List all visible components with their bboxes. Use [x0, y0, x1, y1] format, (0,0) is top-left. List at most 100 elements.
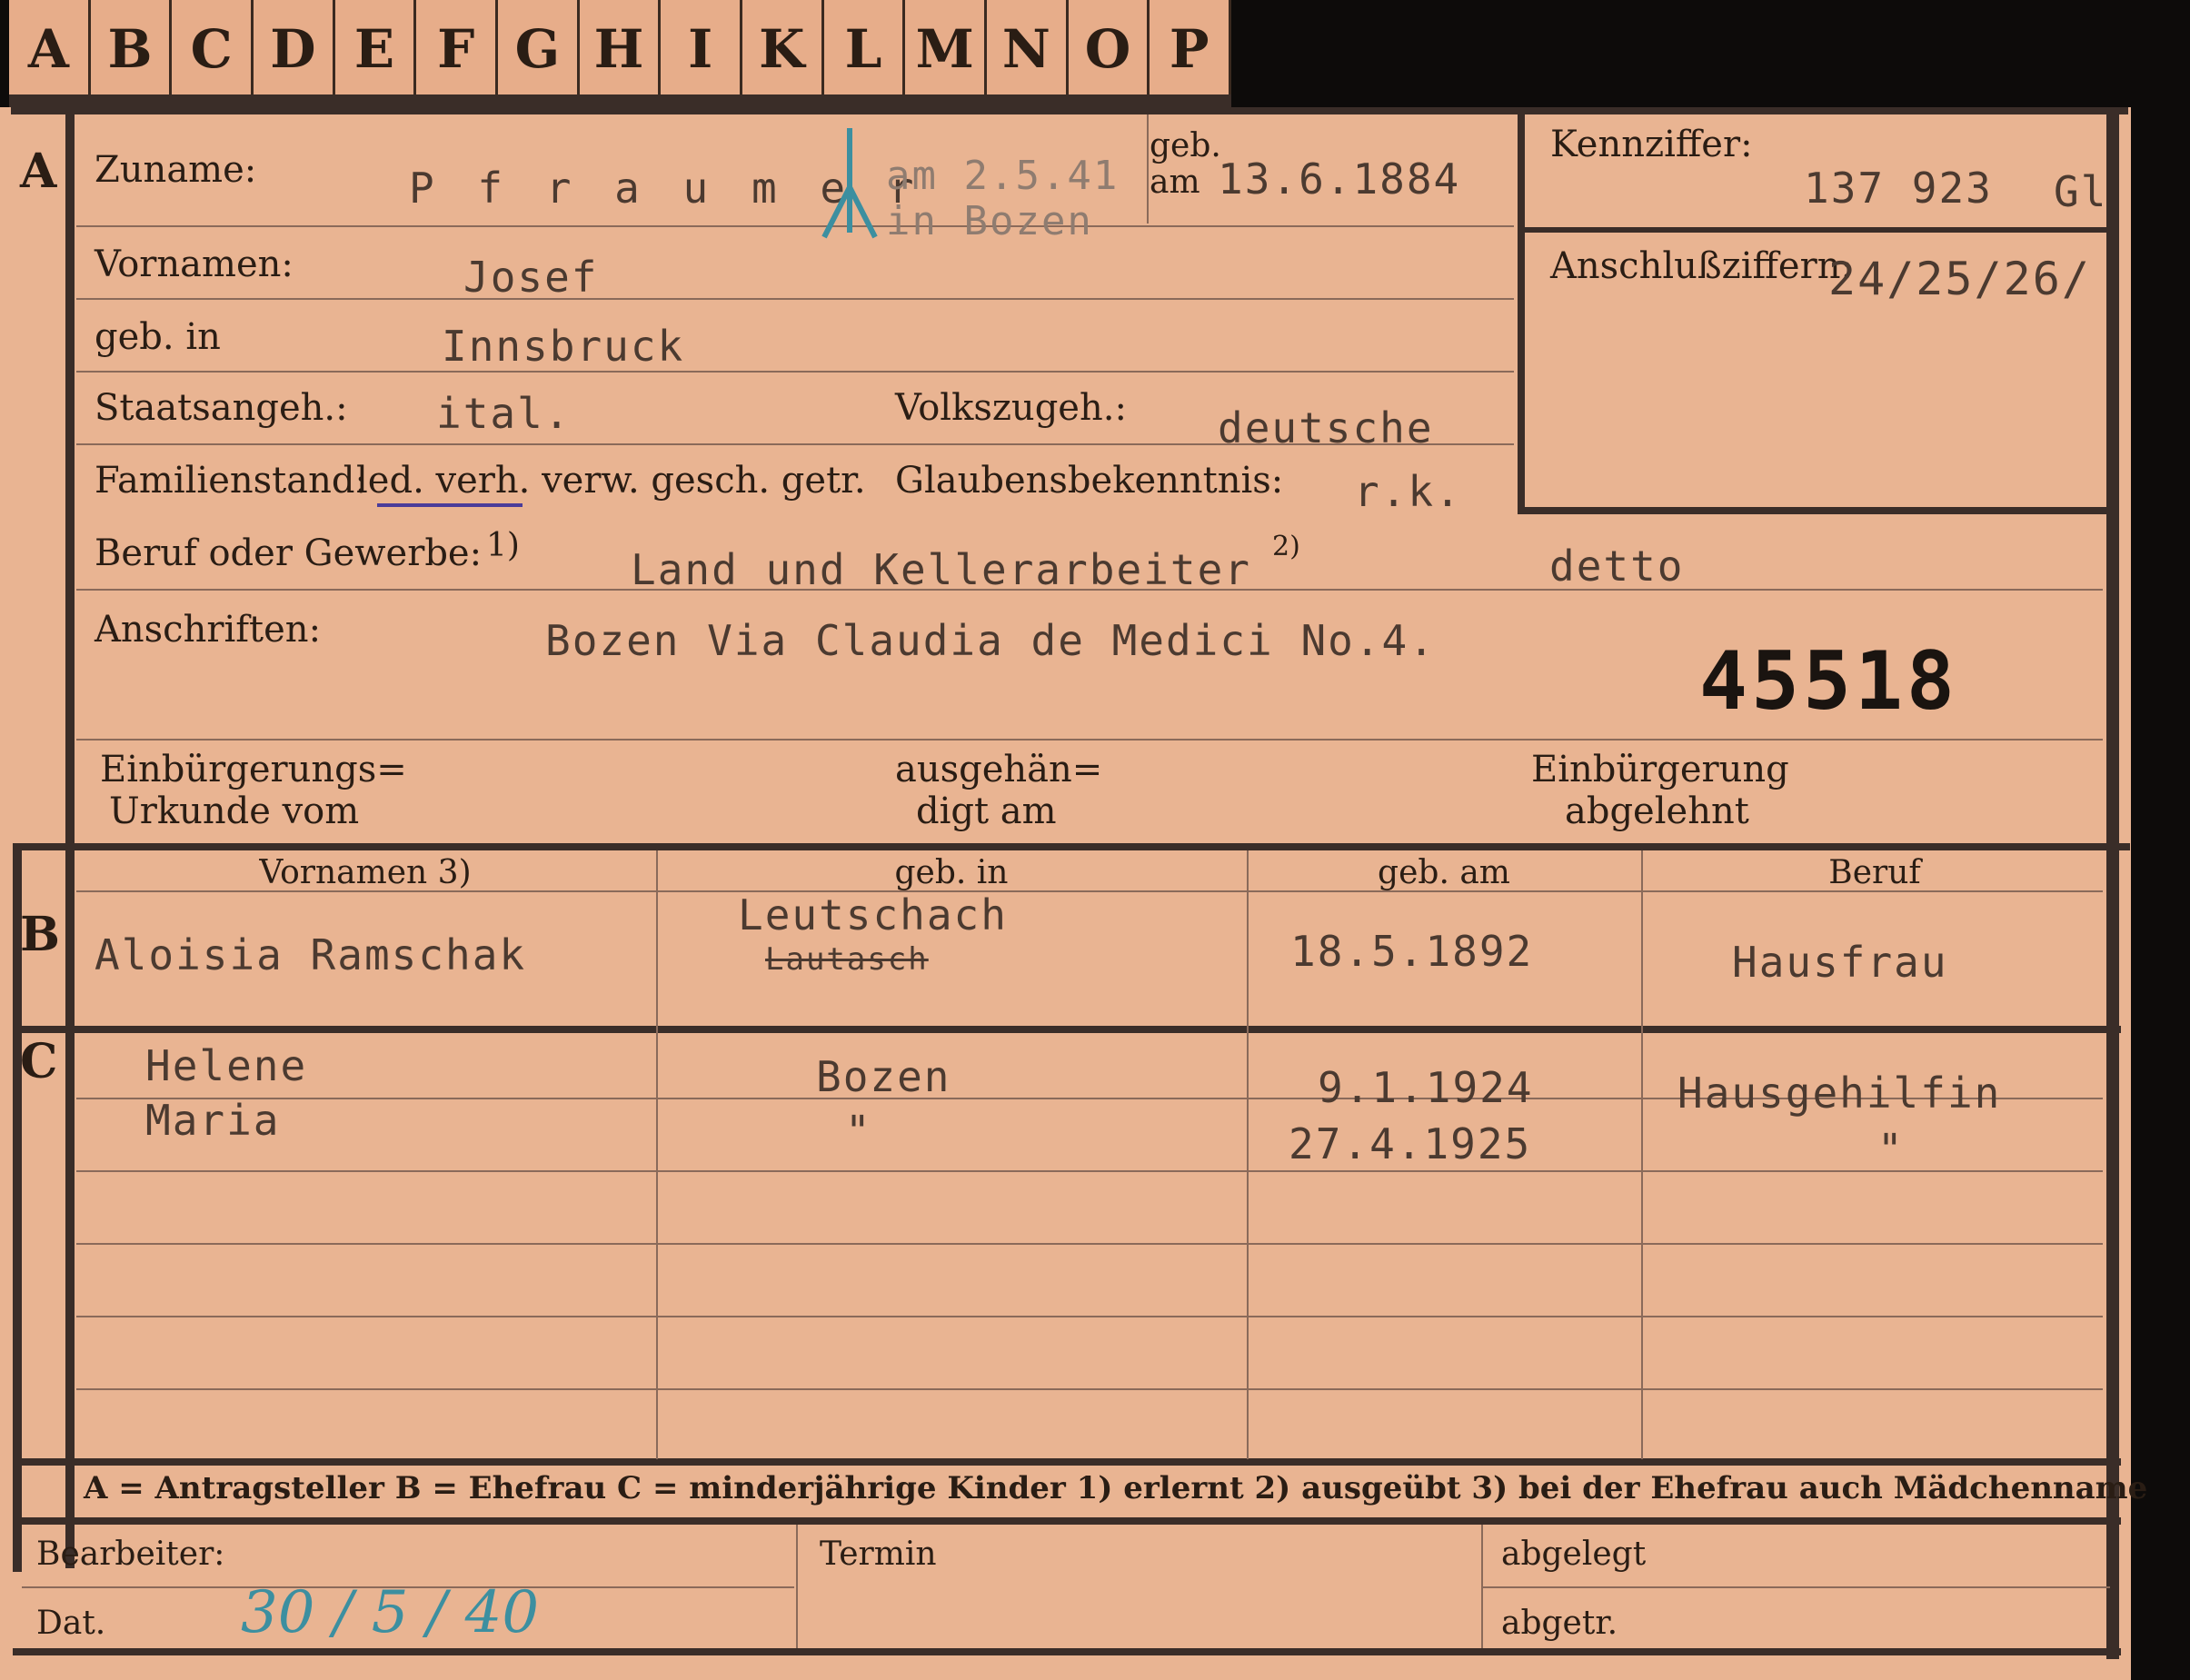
abgetr-label: abgetr.	[1501, 1605, 1618, 1642]
anschrift-value: Bozen Via Claudia de Medici No.4.	[545, 616, 1436, 665]
spouse-geb-in: Leutschach	[738, 890, 1008, 939]
dat-label: Dat.	[36, 1605, 106, 1642]
zuname-label: Zuname:	[95, 149, 257, 191]
ausgeh-label-2: digt am	[916, 790, 1057, 832]
beruf-value-2: detto	[1549, 542, 1685, 591]
spouse-geb-am: 18.5.1892	[1290, 927, 1534, 976]
col-divider	[656, 850, 658, 1459]
geb-am-label-2: am	[1150, 164, 1200, 201]
legend: A = Antragsteller B = Ehefrau C = minder…	[84, 1470, 2148, 1506]
index-tab-m: M	[905, 0, 988, 98]
frame-bottom	[13, 1648, 2121, 1655]
child-2-geb-in: "	[845, 1107, 872, 1156]
kenn-box-left	[1518, 114, 1525, 514]
ausgeh-label-1: ausgehän=	[895, 749, 1103, 790]
familienstand-options: led. verh. verw. gesch. getr.	[356, 460, 866, 502]
frame-top	[11, 107, 2128, 114]
kennziffer-suffix: Gl	[2054, 167, 2108, 216]
rule	[76, 1243, 2103, 1245]
spouse-geb-in-struck: Lautasch	[765, 941, 929, 978]
frame-a-left	[65, 114, 75, 850]
staat-label: Staatsangeh.:	[95, 387, 348, 429]
header-beruf: Beruf	[1828, 854, 1921, 891]
child-2-geb-am: 27.4.1925	[1289, 1119, 1532, 1168]
child-1-geb-am: 9.1.1924	[1318, 1063, 1534, 1112]
index-tab-a: A	[9, 0, 91, 98]
header-geb-am: geb. am	[1378, 854, 1510, 891]
beruf-footnote-2: 2)	[1272, 531, 1300, 562]
child-2-beruf: "	[1877, 1125, 1905, 1174]
index-tab-d: D	[254, 0, 335, 98]
child-1-geb-in: Bozen	[816, 1052, 951, 1101]
frame-bc	[13, 1026, 2121, 1033]
vornamen-label: Vornamen:	[95, 244, 294, 285]
child-1-beruf: Hausgehilfin	[1677, 1069, 2002, 1118]
rule	[76, 1388, 2103, 1390]
index-tab-c: C	[172, 0, 254, 98]
einb-urkunde-label-2: Urkunde vom	[109, 790, 360, 832]
volk-value: deutsche	[1218, 403, 1434, 452]
index-tab-h: H	[580, 0, 662, 98]
einb-abgel-label-2: abgelehnt	[1565, 790, 1749, 832]
stamp-number: 45518	[1699, 634, 1958, 728]
geb-am-label-1: geb.	[1150, 127, 1221, 164]
rule	[76, 225, 1514, 227]
vornamen-value: Josef	[463, 253, 599, 302]
death-note-line1: am 2.5.41	[886, 153, 1120, 199]
familienstand-label: Familienstand:	[95, 460, 367, 502]
dat-value: 30 / 5 / 40	[241, 1579, 540, 1646]
death-note-line2: in Bozen	[886, 198, 1093, 244]
glaube-label: Glaubensbekenntnis:	[895, 460, 1284, 502]
glaube-value: r.k.	[1354, 467, 1462, 516]
rule	[1483, 1586, 2110, 1588]
geb-in-label: geb. in	[95, 316, 221, 358]
beruf-footnote-1: 1)	[486, 527, 520, 564]
col-divider	[1641, 850, 1643, 1459]
anschluss-value: 24/25/26/	[1828, 253, 2091, 305]
col-divider	[1247, 850, 1249, 1459]
index-tab-e: E	[335, 0, 417, 98]
index-tab-g: G	[498, 0, 580, 98]
termin-label: Termin	[820, 1536, 937, 1573]
index-tab-n: N	[987, 0, 1069, 98]
einb-abgel-label-1: Einbürgerung	[1531, 749, 1789, 790]
index-card: A Zuname: P f r a u m e r am 2.5.41 in B…	[0, 107, 2147, 1680]
rule	[76, 371, 1514, 373]
frame-c-legend	[13, 1458, 2121, 1466]
geb-in-value: Innsbruck	[442, 322, 685, 371]
staat-value: ital.	[436, 389, 572, 438]
section-c-marker: C	[20, 1034, 58, 1089]
abgelegt-label: abgelegt	[1501, 1536, 1647, 1573]
spouse-name: Aloisia Ramschak	[95, 930, 527, 979]
anschrift-label: Anschriften:	[95, 609, 322, 651]
index-tab-i: I	[661, 0, 743, 98]
index-tabs: ABCDEFGHIKLMNOP	[9, 0, 1232, 98]
rule	[76, 739, 2103, 741]
index-tab-f: F	[416, 0, 499, 98]
kenn-box-mid	[1525, 227, 2114, 233]
kennziffer-label: Kennziffer:	[1550, 124, 1753, 165]
section-a-marker: A	[20, 144, 57, 199]
index-tab-p: P	[1150, 0, 1232, 98]
footer-divider	[796, 1525, 798, 1648]
rule	[76, 1316, 2103, 1317]
rule-v	[1147, 114, 1149, 224]
anschluss-label: Anschlußziffern:	[1550, 245, 1853, 287]
einb-urkunde-label-1: Einbürgerungs=	[100, 749, 407, 790]
geb-am-value: 13.6.1884	[1218, 154, 1461, 204]
tabs-divider	[9, 94, 1231, 107]
child-1-name: Helene	[145, 1041, 308, 1090]
familienstand-underline	[377, 503, 523, 507]
frame-right	[2106, 114, 2119, 1659]
index-tab-b: B	[91, 0, 173, 98]
kenn-box-bottom	[1525, 507, 2114, 514]
beruf-label: Beruf oder Gewerbe:	[95, 532, 483, 574]
rule	[76, 298, 1514, 300]
header-geb-in: geb. in	[894, 854, 1009, 891]
frame-legend-footer	[13, 1517, 2121, 1525]
volk-label: Volkszugeh.:	[895, 387, 1127, 429]
spouse-beruf: Hausfrau	[1732, 938, 1948, 987]
bearbeiter-label: Bearbeiter:	[36, 1536, 225, 1573]
index-tab-k: K	[742, 0, 824, 98]
index-tab-o: O	[1069, 0, 1150, 98]
